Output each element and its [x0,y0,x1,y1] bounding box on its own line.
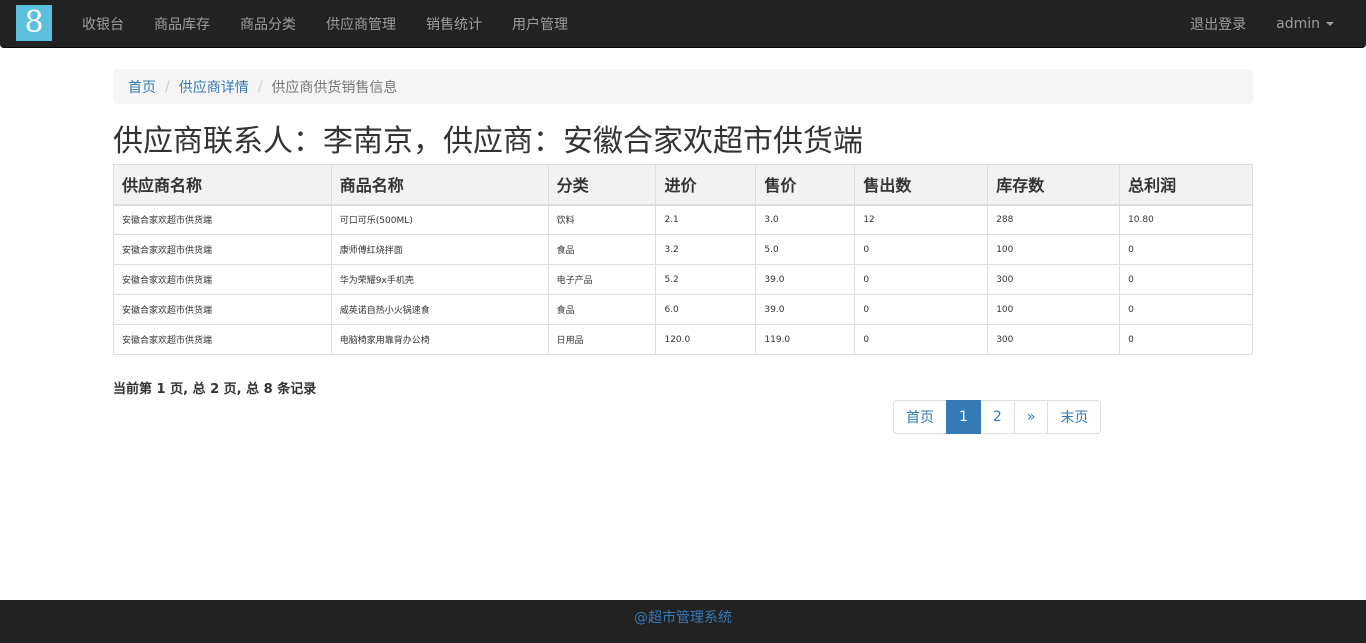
nav-item-suppliers[interactable]: 供应商管理 [311,0,411,47]
table-row: 安徽合家欢超市供货端 华为荣耀9x手机壳 电子产品 5.2 39.0 0 300… [113,264,1253,295]
table-row: 安徽合家欢超市供货端 可口可乐(500ML) 饮料 2.1 3.0 12 288… [113,204,1253,235]
nav-item-categories[interactable]: 商品分类 [225,0,311,47]
table-cell: 39.0 [755,294,856,325]
logout-link[interactable]: 退出登录 [1175,0,1261,47]
nav-item-users[interactable]: 用户管理 [497,0,583,47]
table-cell: 100 [987,234,1121,265]
table-cell: 10.80 [1119,204,1253,235]
column-header: 总利润 [1119,164,1253,206]
column-header: 供应商名称 [113,164,332,206]
table-cell: 0 [1119,264,1253,295]
table-cell: 300 [987,264,1121,295]
table-cell: 0 [1119,324,1253,355]
caret-down-icon [1326,21,1334,26]
pagination: 首页 1 2 » 末页 [893,400,1102,434]
top-navbar: 8 收银台 商品库存 商品分类 供应商管理 销售统计 用户管理 退出登录 adm… [0,0,1366,48]
pagination-first[interactable]: 首页 [893,400,947,434]
table-cell: 康师傅红烧拌面 [330,234,549,265]
table-cell: 安徽合家欢超市供货端 [113,294,332,325]
nav-item-sales-stats[interactable]: 销售统计 [411,0,497,47]
table-cell: 安徽合家欢超市供货端 [113,324,332,355]
table-row: 安徽合家欢超市供货端 电脑椅家用靠背办公椅 日用品 120.0 119.0 0 … [113,324,1253,355]
table-cell: 日用品 [547,324,657,355]
pagination-info: 当前第 1 页, 总 2 页, 总 8 条记录 [113,382,317,397]
table-cell: 6.0 [655,294,757,325]
column-header: 售出数 [854,164,989,206]
table-cell: 可口可乐(500ML) [330,204,549,235]
breadcrumb-separator: / [257,78,263,95]
table-cell: 0 [1119,234,1253,265]
column-header: 进价 [655,164,757,206]
column-header: 分类 [547,164,657,206]
table-cell: 电子产品 [547,264,657,295]
breadcrumb-separator: / [165,78,170,95]
nav-item-cashier[interactable]: 收银台 [67,0,139,47]
table-cell: 食品 [547,294,657,325]
table-header-row: 供应商名称 商品名称 分类 进价 售价 售出数 库存数 总利润 [113,164,1253,206]
table-row: 安徽合家欢超市供货端 康师傅红烧拌面 食品 3.2 5.0 0 100 0 [113,234,1253,265]
table-cell: 300 [987,324,1121,355]
table-cell: 5.0 [755,234,856,265]
breadcrumb: 首页 / 供应商详情 / 供应商供货销售信息 [113,69,1253,104]
breadcrumb-home[interactable]: 首页 [128,77,156,97]
footer-text: @超市管理系统 [634,610,732,626]
table-cell: 0 [854,234,989,265]
footer: @超市管理系统 [0,600,1366,643]
table-cell: 39.0 [755,264,856,295]
table-cell: 3.2 [655,234,757,265]
table-cell: 0 [1119,294,1253,325]
table-cell: 0 [854,294,989,325]
table-cell: 100 [987,294,1121,325]
table-cell: 安徽合家欢超市供货端 [113,204,332,235]
column-header: 商品名称 [330,164,549,206]
breadcrumb-supplier-detail[interactable]: 供应商详情 [179,77,249,97]
table-cell: 120.0 [655,324,757,355]
column-header: 售价 [755,164,856,206]
main-container: 首页 / 供应商详情 / 供应商供货销售信息 供应商联系人：李南京，供应商：安徽… [113,69,1253,397]
table-cell: 2.1 [655,204,757,235]
table-cell: 3.0 [755,204,856,235]
table-cell: 食品 [547,234,657,265]
table-cell: 安徽合家欢超市供货端 [113,234,332,265]
table-cell: 威英诺自热小火锅速食 [330,294,549,325]
table-row: 安徽合家欢超市供货端 威英诺自热小火锅速食 食品 6.0 39.0 0 100 … [113,294,1253,325]
pagination-page-2[interactable]: 2 [979,400,1015,434]
user-dropdown[interactable]: admin [1261,0,1349,47]
pagination-page-1[interactable]: 1 [946,400,981,434]
table-cell: 电脑椅家用靠背办公椅 [330,324,549,355]
table-cell: 华为荣耀9x手机壳 [330,264,549,295]
pagination-last[interactable]: 末页 [1047,400,1102,434]
supply-sales-table: 供应商名称 商品名称 分类 进价 售价 售出数 库存数 总利润 安徽合家欢超市供… [113,164,1253,355]
table-cell: 288 [987,204,1121,235]
brand-logo[interactable]: 8 [16,5,52,41]
column-header: 库存数 [987,164,1121,206]
table-cell: 0 [854,324,989,355]
nav-item-inventory[interactable]: 商品库存 [139,0,225,47]
table-cell: 0 [854,264,989,295]
table-cell: 12 [854,204,989,235]
page-title: 供应商联系人：李南京，供应商：安徽合家欢超市供货端 [113,124,863,159]
pagination-next[interactable]: » [1013,400,1049,434]
user-nav: 退出登录 admin [1175,0,1349,47]
table-cell: 安徽合家欢超市供货端 [113,264,332,295]
breadcrumb-current: 供应商供货销售信息 [271,79,398,96]
table-cell: 饮料 [547,204,657,235]
main-nav: 收银台 商品库存 商品分类 供应商管理 销售统计 用户管理 [67,0,583,47]
table-cell: 119.0 [755,324,856,355]
table-cell: 5.2 [655,264,757,295]
user-name: admin [1276,15,1320,32]
